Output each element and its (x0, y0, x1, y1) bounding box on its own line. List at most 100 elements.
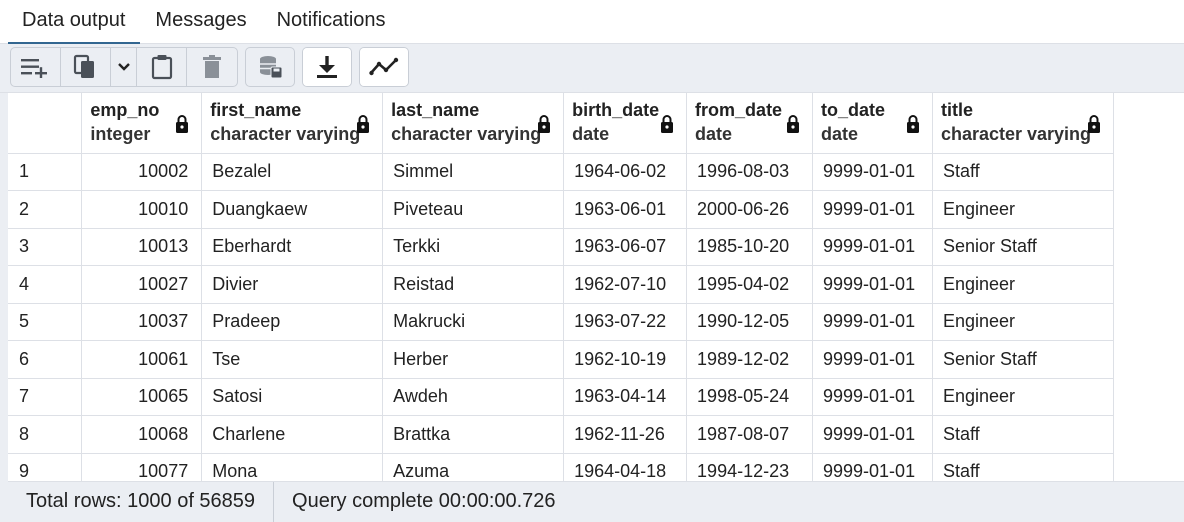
column-header-from-date[interactable]: from_date date (686, 93, 813, 154)
table-row[interactable]: 1 10002 Bezalel Simmel 1964-06-02 1996-08-03 9… (8, 153, 1114, 191)
cell-title[interactable]: Engineer (932, 190, 1114, 229)
column-header-title[interactable]: title character varying (932, 93, 1114, 154)
row-number[interactable]: 2 (8, 190, 83, 229)
cell-emp-no[interactable]: 10013 (81, 228, 203, 266)
cell-to-date[interactable]: 9999-01-01 (812, 340, 933, 379)
cell-to-date[interactable]: 9999-01-01 (812, 190, 933, 229)
table-row[interactable]: 4 10027 Divier Reistad 1962-07-10 1995-04-02 9… (8, 265, 1114, 304)
cell-birth-date[interactable]: 1963-06-07 (563, 228, 688, 266)
cell-last-name[interactable]: Simmel (382, 153, 565, 191)
copy-options-dropdown[interactable] (111, 48, 138, 86)
cell-title[interactable]: Staff (932, 415, 1114, 454)
column-header-emp-no[interactable]: emp_no integer (81, 93, 203, 154)
cell-emp-no[interactable]: 10061 (81, 340, 203, 379)
row-number[interactable]: 9 (8, 453, 83, 481)
graph-visualiser-button[interactable] (360, 48, 408, 86)
cell-first-name[interactable]: Satosi (201, 378, 384, 416)
cell-emp-no[interactable]: 10010 (81, 190, 203, 229)
cell-first-name[interactable]: Bezalel (201, 153, 384, 191)
cell-last-name[interactable]: Makrucki (382, 303, 565, 341)
cell-to-date[interactable]: 9999-01-01 (812, 228, 933, 266)
cell-first-name[interactable]: Eberhardt (201, 228, 384, 266)
cell-last-name[interactable]: Azuma (382, 453, 565, 481)
cell-from-date[interactable]: 1990-12-05 (686, 303, 813, 341)
cell-title[interactable]: Engineer (932, 265, 1114, 304)
table-row[interactable]: 2 10010 Duangkaew Piveteau 1963-06-01 2000-06… (8, 190, 1114, 229)
column-header-to-date[interactable]: to_date date (812, 93, 933, 154)
row-number-header[interactable] (8, 93, 83, 154)
cell-from-date[interactable]: 1996-08-03 (686, 153, 813, 191)
tab-messages[interactable]: Messages (140, 0, 261, 44)
cell-to-date[interactable]: 9999-01-01 (812, 453, 933, 481)
cell-first-name[interactable]: Charlene (201, 415, 384, 454)
cell-from-date[interactable]: 1987-08-07 (686, 415, 813, 454)
table-row[interactable]: 7 10065 Satosi Awdeh 1963-04-14 1998-05-24 999… (8, 378, 1114, 416)
cell-emp-no[interactable]: 10068 (81, 415, 203, 454)
cell-to-date[interactable]: 9999-01-01 (812, 303, 933, 341)
cell-to-date[interactable]: 9999-01-01 (812, 153, 933, 191)
column-header-birth-date[interactable]: birth_date date (563, 93, 688, 154)
cell-last-name[interactable]: Piveteau (382, 190, 565, 229)
cell-birth-date[interactable]: 1963-04-14 (563, 378, 688, 416)
cell-title[interactable]: Senior Staff (932, 228, 1114, 266)
cell-from-date[interactable]: 2000-06-26 (686, 190, 813, 229)
cell-title[interactable]: Senior Staff (932, 340, 1114, 379)
cell-from-date[interactable]: 1989-12-02 (686, 340, 813, 379)
cell-last-name[interactable]: Terkki (382, 228, 565, 266)
cell-from-date[interactable]: 1985-10-20 (686, 228, 813, 266)
cell-emp-no[interactable]: 10027 (81, 265, 203, 304)
column-header-first-name[interactable]: first_name character varying (201, 93, 384, 154)
cell-first-name[interactable]: Duangkaew (201, 190, 384, 229)
cell-from-date[interactable]: 1998-05-24 (686, 378, 813, 416)
cell-birth-date[interactable]: 1964-04-18 (563, 453, 688, 481)
cell-to-date[interactable]: 9999-01-01 (812, 415, 933, 454)
table-row[interactable]: 3 10013 Eberhardt Terkki 1963-06-07 1985-10-2… (8, 228, 1114, 266)
row-number[interactable]: 3 (8, 228, 83, 266)
cell-first-name[interactable]: Divier (201, 265, 384, 304)
copy-button[interactable] (61, 48, 111, 86)
cell-birth-date[interactable]: 1963-07-22 (563, 303, 688, 341)
row-number[interactable]: 5 (8, 303, 83, 341)
cell-title[interactable]: Staff (932, 153, 1114, 191)
cell-last-name[interactable]: Brattka (382, 415, 565, 454)
cell-birth-date[interactable]: 1962-07-10 (563, 265, 688, 304)
cell-birth-date[interactable]: 1964-06-02 (563, 153, 688, 191)
cell-to-date[interactable]: 9999-01-01 (812, 378, 933, 416)
cell-from-date[interactable]: 1995-04-02 (686, 265, 813, 304)
tab-data-output[interactable]: Data output (0, 0, 141, 45)
cell-last-name[interactable]: Reistad (382, 265, 565, 304)
download-button[interactable] (303, 48, 351, 86)
add-row-button[interactable] (11, 48, 61, 86)
cell-last-name[interactable]: Herber (382, 340, 565, 379)
table-row[interactable]: 9 10077 Mona Azuma 1964-04-18 1994-12-23 9999-… (8, 453, 1114, 481)
cell-first-name[interactable]: Mona (201, 453, 384, 481)
row-number[interactable]: 1 (8, 153, 83, 191)
row-number[interactable]: 7 (8, 378, 83, 416)
paste-button[interactable] (137, 48, 188, 86)
table-row[interactable]: 8 10068 Charlene Brattka 1962-11-26 1987-08-0… (8, 415, 1114, 454)
cell-emp-no[interactable]: 10065 (81, 378, 203, 416)
row-number[interactable]: 8 (8, 415, 83, 454)
row-number[interactable]: 6 (8, 340, 83, 379)
table-row[interactable]: 5 10037 Pradeep Makrucki 1963-07-22 1990-12-0… (8, 303, 1114, 341)
cell-title[interactable]: Engineer (932, 303, 1114, 341)
tab-notifications[interactable]: Notifications (262, 0, 401, 44)
cell-birth-date[interactable]: 1962-11-26 (563, 415, 688, 454)
cell-from-date[interactable]: 1994-12-23 (686, 453, 813, 481)
cell-birth-date[interactable]: 1963-06-01 (563, 190, 688, 229)
save-data-button[interactable] (246, 48, 294, 86)
cell-emp-no[interactable]: 10037 (81, 303, 203, 341)
row-number[interactable]: 4 (8, 265, 83, 304)
cell-first-name[interactable]: Tse (201, 340, 384, 379)
cell-last-name[interactable]: Awdeh (382, 378, 565, 416)
cell-title[interactable]: Engineer (932, 378, 1114, 416)
cell-to-date[interactable]: 9999-01-01 (812, 265, 933, 304)
table-row[interactable]: 6 10061 Tse Herber 1962-10-19 1989-12-02 9999-… (8, 340, 1114, 379)
delete-button[interactable] (187, 48, 237, 86)
cell-emp-no[interactable]: 10077 (81, 453, 203, 481)
column-header-last-name[interactable]: last_name character varying (382, 93, 565, 154)
cell-emp-no[interactable]: 10002 (81, 153, 203, 191)
cell-first-name[interactable]: Pradeep (201, 303, 384, 341)
cell-title[interactable]: Staff (932, 453, 1114, 481)
cell-birth-date[interactable]: 1962-10-19 (563, 340, 688, 379)
